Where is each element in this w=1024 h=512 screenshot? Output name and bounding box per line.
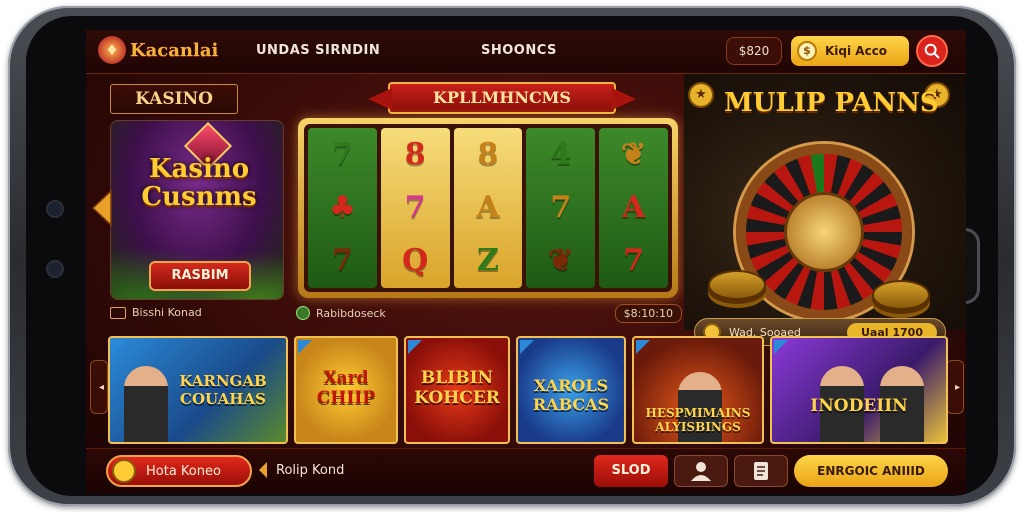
app-logo[interactable]: ♦ Kacanlai: [98, 36, 218, 64]
game-tile[interactable]: INODEIIN: [770, 336, 948, 444]
reel-symbol: 7: [623, 243, 645, 279]
game-title: KARNGAB COUAHAS: [179, 372, 267, 408]
reel-symbol: ♣: [328, 189, 356, 225]
roulette-title: MULIP PANNS: [724, 88, 939, 118]
game-tile[interactable]: HESPMIMAINS ALYISBINGS: [632, 336, 764, 444]
reel-1: 7 ♣ 7: [308, 128, 377, 288]
wheel-hub: [784, 192, 864, 272]
reel-4: 4 7 ❦: [526, 128, 596, 288]
nav-link-center[interactable]: SHOONCS: [481, 43, 557, 58]
chip-stack-icon: [872, 280, 930, 310]
account-button-label: Kiqi Acco: [825, 44, 888, 58]
slot-button[interactable]: SLOD: [594, 455, 668, 487]
nav-link-left[interactable]: UNDAS SIRNDIN: [256, 43, 380, 58]
game-thumbnails: KARNGAB COUAHAS Xard CHIIP BLIBIN KOHCER…: [108, 336, 950, 444]
app-screen: ♦ Kacanlai UNDAS SIRNDIN SHOONCS $820 $ …: [86, 30, 966, 494]
reel-symbol: 4: [550, 136, 572, 172]
chevron-left-icon: [91, 189, 112, 227]
slot-footer: Rabibdoseck $8:10:10: [296, 302, 682, 324]
game-title: INODEIIN: [810, 396, 908, 416]
sensor-icon: [48, 262, 62, 276]
reel-symbol: A: [476, 189, 500, 225]
reel-symbol: Z: [477, 243, 499, 279]
reel-symbol: Q: [402, 243, 429, 279]
game-tile[interactable]: Xard CHIIP: [294, 336, 398, 444]
section-tag: KASINO: [110, 84, 238, 114]
slot-reels: 7 ♣ 7 8 7 Q 8 A Z 4 7 ❦ ❦ A 7: [304, 124, 672, 292]
thumbs-prev-button[interactable]: ◂: [90, 360, 108, 414]
promo-button[interactable]: RASBIM: [149, 261, 251, 291]
phone-frame: ♦ Kacanlai UNDAS SIRNDIN SHOONCS $820 $ …: [8, 6, 1016, 506]
reel-5: ❦ A 7: [599, 128, 668, 288]
reel-3: 8 A Z: [453, 128, 523, 288]
left-footer-text: Bisshi Konad: [132, 306, 202, 319]
chip-stack-icon: [708, 270, 766, 300]
chevron-left-icon: [259, 462, 267, 478]
reel-symbol: 7: [331, 243, 353, 279]
left-footer: Bisshi Konad: [110, 306, 202, 319]
next-link[interactable]: Rolip Kond: [258, 461, 344, 479]
history-button[interactable]: [734, 455, 788, 487]
top-header: ♦ Kacanlai UNDAS SIRNDIN SHOONCS $820 $ …: [86, 30, 966, 74]
cta-button[interactable]: ENRGOIC ANIIID: [794, 455, 948, 487]
camera-icon: [48, 202, 62, 216]
logo-text: Kacanlai: [130, 39, 219, 61]
reel-symbol: 7: [331, 136, 353, 172]
next-link-label: Rolip Kond: [276, 462, 345, 478]
slot-timer: $8:10:10: [614, 303, 682, 323]
user-icon: [691, 462, 711, 481]
reel-symbol: ❦: [548, 243, 574, 279]
promo-card[interactable]: Kasino Cusnms RASBIM: [110, 120, 284, 300]
corner-tag-icon: [636, 340, 650, 354]
slot-banner: KPLLMHNCMS: [388, 82, 616, 114]
game-title: Xard CHIIP: [316, 368, 376, 408]
corner-tag-icon: [298, 340, 312, 354]
search-icon: [924, 43, 940, 59]
reel-symbol: ❦: [621, 136, 647, 172]
game-title: BLIBIN KOHCER: [414, 368, 500, 408]
search-button[interactable]: [916, 35, 948, 67]
slot-footer-left-text: Rabibdoseck: [316, 306, 386, 320]
home-action-button[interactable]: Hota Koneo: [106, 455, 252, 487]
game-title: HESPMIMAINS ALYISBINGS: [645, 406, 751, 434]
slot-footer-left: Rabibdoseck: [296, 306, 386, 320]
game-tile[interactable]: XAROLS RABCAS: [516, 336, 626, 444]
reel-symbol: A: [621, 189, 646, 225]
bottom-bar: Hota Koneo Rolip Kond SLOD ENRGOIC ANIII…: [86, 448, 966, 494]
corner-tag-icon: [112, 340, 126, 354]
reel-symbol: 8: [477, 136, 499, 172]
reel-symbol: 8: [404, 136, 426, 172]
carousel-prev-button[interactable]: [88, 186, 116, 230]
casino-chip-icon: ♦: [98, 36, 126, 64]
reel-symbol: 7: [404, 189, 426, 225]
home-action-label: Hota Koneo: [146, 463, 221, 479]
roulette-panel[interactable]: ★ ★ MULIP PANNS Wad. Sooaed Uaal 1700: [684, 74, 966, 346]
corner-tag-icon: [774, 340, 788, 354]
star-badge-icon: ★: [688, 82, 714, 108]
corner-tag-icon: [408, 340, 422, 354]
ticket-icon: [110, 306, 126, 319]
game-title: XAROLS RABCAS: [532, 376, 610, 414]
profile-button[interactable]: [674, 455, 728, 487]
corner-tag-icon: [520, 340, 534, 354]
coin-icon: [112, 459, 136, 483]
promo-title: Kasino Cusnms: [141, 154, 257, 212]
badge-icon: [296, 306, 310, 320]
balance-display: $820: [726, 37, 782, 65]
reel-2: 8 7 Q: [380, 128, 450, 288]
game-tile[interactable]: KARNGAB COUAHAS: [108, 336, 288, 444]
slot-machine[interactable]: 7 ♣ 7 8 7 Q 8 A Z 4 7 ❦ ❦ A 7: [298, 118, 678, 298]
coin-icon: $: [797, 41, 817, 61]
account-button[interactable]: $ Kiqi Acco: [791, 36, 909, 66]
document-icon: [754, 462, 768, 480]
game-tile[interactable]: BLIBIN KOHCER: [404, 336, 510, 444]
reel-symbol: 7: [550, 189, 572, 225]
